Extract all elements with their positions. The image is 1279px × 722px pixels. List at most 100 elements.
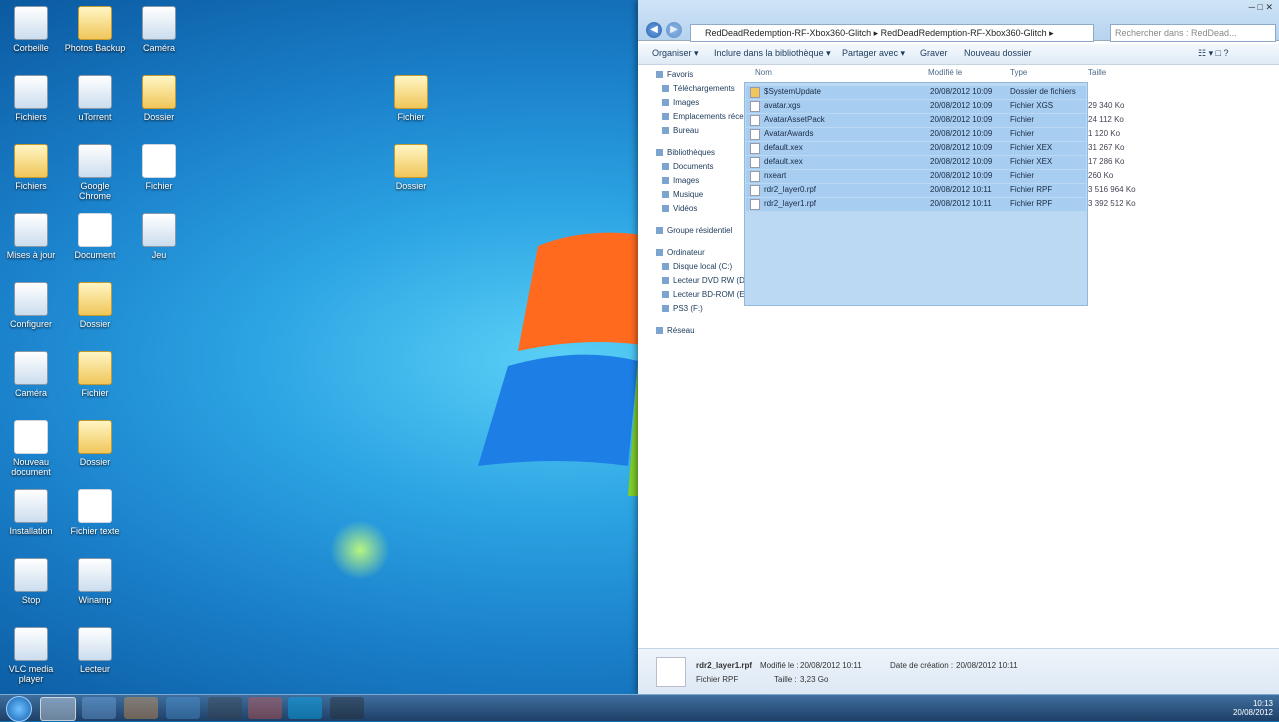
burn-button[interactable]: Graver [920,48,948,58]
file-row[interactable]: AvatarAssetPack 20/08/2012 10:09 Fichier [746,114,1086,127]
window-caption-buttons[interactable]: ─ □ ✕ [1249,2,1273,13]
nav-item[interactable]: Ordinateur [656,248,705,257]
nav-item[interactable]: Favoris [656,70,693,79]
desktop-icon[interactable]: Configurer [0,282,62,329]
file-size: 24 112 Ko [1088,115,1124,124]
desktop-icon[interactable]: Photos Backup [64,6,126,53]
new-folder-button[interactable]: Nouveau dossier [964,48,1032,58]
nav-item-icon [656,327,663,335]
program-icon[interactable] [208,697,242,719]
file-date: 20/08/2012 10:09 [930,101,993,110]
nav-item[interactable]: Lecteur BD-ROM (E:) [662,290,749,299]
nav-item[interactable]: Disque local (C:) [662,262,732,271]
nav-item[interactable]: Réseau [656,326,695,335]
desktop-icon[interactable]: Dossier [64,282,126,329]
nav-item[interactable]: Documents [662,162,713,171]
app-icon [142,6,176,40]
column-type[interactable]: Type [1010,68,1027,77]
explorer-taskbar-icon[interactable] [40,697,76,721]
nav-item[interactable]: PS3 (F:) [662,304,703,313]
view-options-button[interactable]: ☷ ▾ □ ? [1198,48,1229,59]
desktop-icon[interactable]: Corbeille [0,6,62,53]
include-library-button[interactable]: Inclure dans la bibliothèque ▾ [714,48,831,59]
details-type: Fichier RPF [696,675,739,684]
chrome-icon[interactable] [248,697,282,719]
desktop-icon[interactable]: Nouveau document [0,420,62,477]
nav-item[interactable]: Bureau [662,126,699,135]
desktop-icon[interactable]: VLC media player [0,627,62,684]
file-row[interactable]: $SystemUpdate 20/08/2012 10:09 Dossier de … [746,86,1086,99]
desktop-icon[interactable]: Fichier [380,75,442,122]
file-row[interactable]: default.xex 20/08/2012 10:09 Fichier XEX [746,156,1086,169]
taskbar: 10:13 20/08/2012 [0,694,1279,722]
internet-explorer-icon[interactable] [82,697,116,719]
details-modified-label: Modifié le : [760,661,799,670]
desktop-icon[interactable]: Jeu [128,213,190,260]
nav-item-label: Images [673,98,700,107]
desktop-icon[interactable]: Lecteur [64,627,126,674]
file-row[interactable]: rdr2_layer1.rpf 20/08/2012 10:11 Fichier R… [746,198,1086,211]
desktop-icon[interactable]: uTorrent [64,75,126,122]
system-clock[interactable]: 10:13 20/08/2012 [1233,699,1273,717]
nav-item-label: Téléchargements [673,84,735,93]
doc-icon [142,144,176,178]
desktop-icon[interactable]: Fichier texte [64,489,126,536]
column-name[interactable]: Nom [755,68,772,77]
nav-item[interactable]: Musique [662,190,703,199]
nav-item[interactable]: Vidéos [662,204,697,213]
start-button[interactable] [6,696,32,722]
file-date: 20/08/2012 10:11 [930,185,992,194]
desktop-icon[interactable]: Fichier [128,144,190,191]
file-name: rdr2_layer0.rpf [764,185,817,194]
nav-item-label: Documents [673,162,714,171]
desktop-icon[interactable]: Document [64,213,126,260]
desktop-icon[interactable]: Fichiers [0,144,62,191]
desktop-icon[interactable]: Fichier [64,351,126,398]
file-name: rdr2_layer1.rpf [764,199,817,208]
game-icon[interactable] [330,697,364,719]
desktop-icon[interactable]: Dossier [64,420,126,467]
nav-item-label: Disque local (C:) [673,262,733,271]
desktop-icon[interactable]: Google Chrome [64,144,126,201]
window-switch-icon[interactable] [166,697,200,719]
search-input[interactable]: Rechercher dans : RedDead... [1110,24,1276,42]
nav-item[interactable]: Images [662,98,699,107]
desktop-icon[interactable]: Winamp [64,558,126,605]
file-row[interactable]: AvatarAwards 20/08/2012 10:09 Fichier [746,128,1086,141]
desktop-icon[interactable]: Installation [0,489,62,536]
column-size[interactable]: Taille [1088,68,1106,77]
share-button[interactable]: Partager avec ▾ [842,48,905,59]
nav-item[interactable]: Bibliothèques [656,148,715,157]
file-size: 17 286 Ko [1088,157,1125,166]
column-date[interactable]: Modifié le [928,68,962,77]
desktop-icon[interactable]: Caméra [0,351,62,398]
organize-button[interactable]: Organiser ▾ [652,48,699,59]
file-icon [750,101,760,112]
skype-icon[interactable] [288,697,322,719]
file-row[interactable]: rdr2_layer0.rpf 20/08/2012 10:11 Fichier R… [746,184,1086,197]
desktop-icon[interactable]: Fichiers [0,75,62,122]
media-player-icon[interactable] [124,697,158,719]
address-bar[interactable]: RedDeadRedemption-RF-Xbox360-Glitch ▸ Re… [690,24,1094,42]
forward-button[interactable]: ▶ [666,22,682,38]
file-row[interactable]: avatar.xgs 20/08/2012 10:09 Fichier XGS [746,100,1086,113]
desktop-icon[interactable]: Dossier [380,144,442,191]
desktop-icon-label: VLC media player [8,664,54,684]
file-type: Fichier XEX [1010,143,1053,152]
nav-item-icon [662,305,669,313]
desktop-icon[interactable]: Mises à jour [0,213,62,260]
nav-item[interactable]: Emplacements récents [662,112,754,121]
file-row[interactable]: nxeart 20/08/2012 10:09 Fichier [746,170,1086,183]
nav-item-label: Groupe résidentiel [667,226,733,235]
nav-item[interactable]: Lecteur DVD RW (D:) [662,276,750,285]
desktop-icon[interactable]: Caméra [128,6,190,53]
desktop-icon[interactable]: Dossier [128,75,190,122]
nav-item[interactable]: Téléchargements [662,84,735,93]
file-row[interactable]: default.xex 20/08/2012 10:09 Fichier XEX [746,142,1086,155]
nav-item[interactable]: Images [662,176,699,185]
file-size: 31 267 Ko [1088,143,1125,152]
desktop-icon[interactable]: Stop [0,558,62,605]
nav-item[interactable]: Groupe résidentiel [656,226,732,235]
file-size: 3 392 512 Ko [1088,199,1136,208]
back-button[interactable]: ◀ [646,22,662,38]
